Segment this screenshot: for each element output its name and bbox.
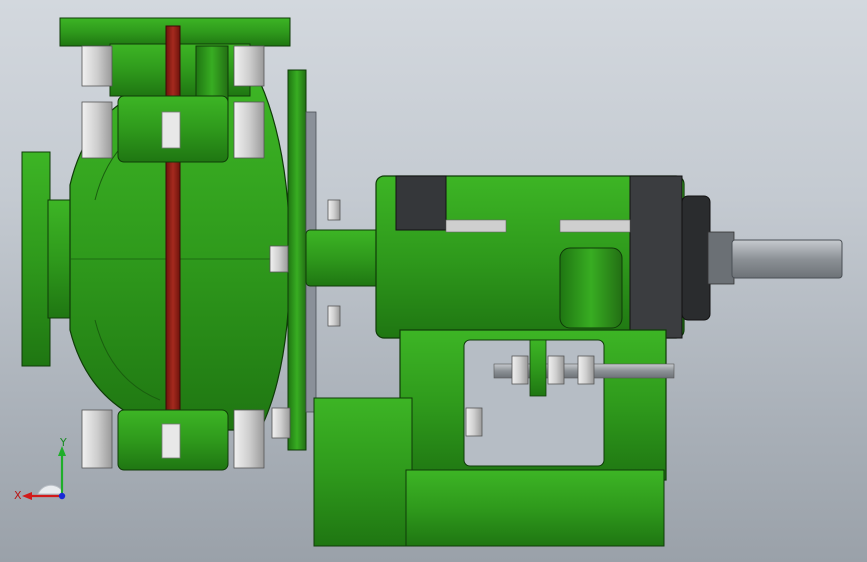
- bearing-housing[interactable]: [375, 175, 685, 339]
- drive-shaft[interactable]: [681, 195, 843, 321]
- coordinate-triad: Y X: [14, 436, 67, 502]
- y-axis-label: Y: [59, 436, 67, 449]
- cad-viewport[interactable]: Y X: [0, 0, 867, 562]
- x-axis-arrow: [22, 492, 32, 500]
- x-axis-label: X: [14, 489, 22, 502]
- z-axis-dot: [58, 492, 66, 500]
- pump-assembly-model[interactable]: [0, 0, 867, 562]
- pedestal-frame[interactable]: [271, 329, 667, 547]
- inlet-flange[interactable]: [21, 151, 71, 367]
- triad-plane: [37, 484, 65, 495]
- pump-liner[interactable]: [165, 25, 181, 417]
